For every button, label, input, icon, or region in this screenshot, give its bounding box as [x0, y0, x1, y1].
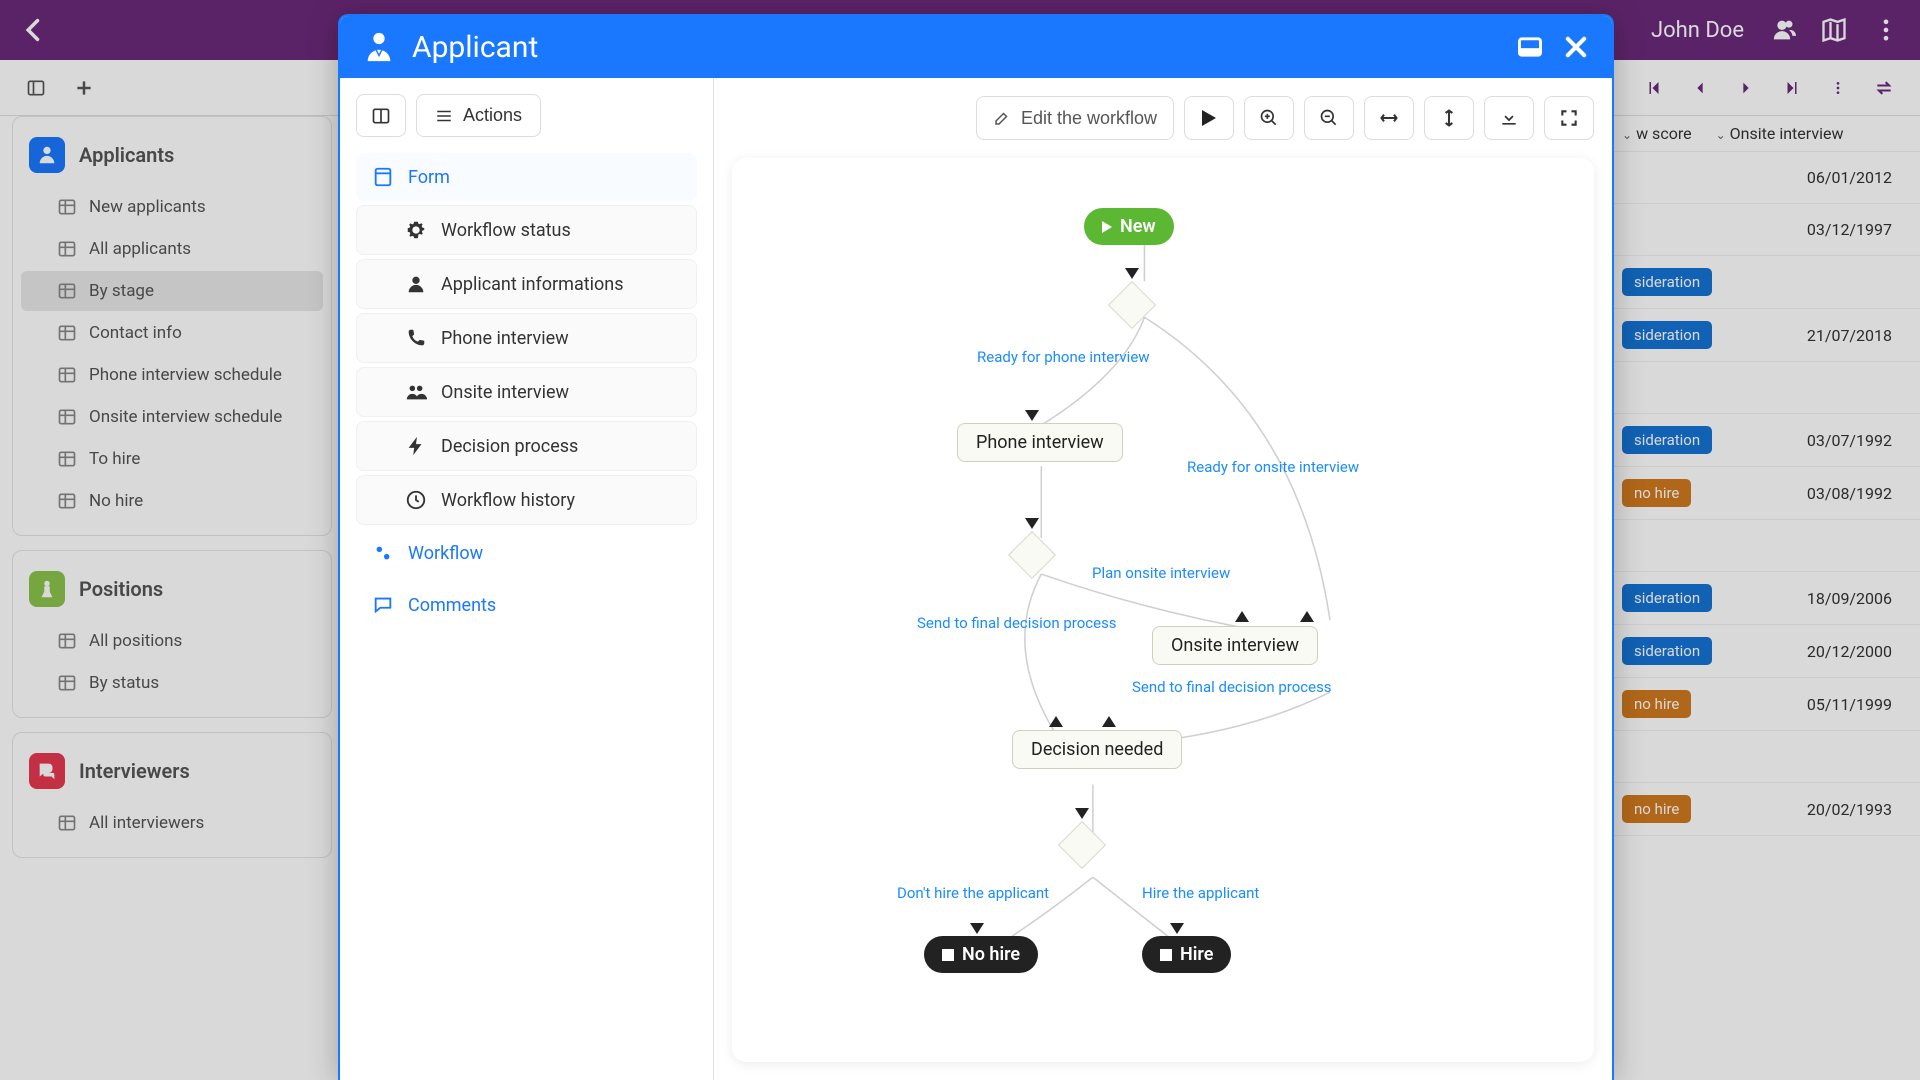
arrow-icon	[1235, 611, 1249, 622]
fit-horizontal-button[interactable]	[1364, 96, 1414, 140]
workflow-node-new[interactable]: New	[1084, 208, 1174, 245]
modal-nav-item[interactable]: Phone interview	[356, 313, 697, 363]
workflow-node-onsite[interactable]: Onsite interview	[1152, 626, 1318, 665]
play-button[interactable]	[1184, 96, 1234, 140]
workflow-canvas[interactable]: New Ready for phone interview Ready for …	[732, 158, 1594, 1062]
workflow-node-decision[interactable]: Decision needed	[1012, 730, 1182, 769]
edge-label: Don't hire the applicant	[897, 884, 1049, 902]
arrow-icon	[1300, 611, 1314, 622]
applicant-modal: Applicant Actions FormWorkflow statusApp…	[338, 14, 1614, 1080]
workflow-gateway[interactable]	[1108, 281, 1156, 329]
edge-label: Send to final decision process	[1132, 678, 1332, 696]
close-icon[interactable]	[1562, 33, 1590, 61]
arrow-icon	[1025, 518, 1039, 529]
modal-nav-item[interactable]: Workflow status	[356, 205, 697, 255]
edge-label: Plan onsite interview	[1092, 564, 1230, 582]
modal-nav-item[interactable]: Workflow	[356, 529, 697, 577]
minimize-icon[interactable]	[1516, 33, 1544, 61]
modal-nav-item[interactable]: Decision process	[356, 421, 697, 471]
arrow-icon	[1025, 410, 1039, 421]
arrow-icon	[1170, 923, 1184, 934]
modal-header: Applicant	[340, 16, 1612, 78]
arrow-icon	[1075, 808, 1089, 819]
workflow-gateway[interactable]	[1058, 821, 1106, 869]
edge-label: Ready for onsite interview	[1187, 458, 1359, 476]
arrow-icon	[1049, 716, 1063, 727]
modal-nav-item[interactable]: Onsite interview	[356, 367, 697, 417]
edge-label: Ready for phone interview	[977, 348, 1150, 366]
arrow-icon	[1125, 268, 1139, 279]
fit-vertical-button[interactable]	[1424, 96, 1474, 140]
arrow-icon	[970, 923, 984, 934]
modal-right-panel: Edit the workflow	[714, 78, 1612, 1080]
modal-title: Applicant	[412, 30, 538, 65]
modal-nav-item[interactable]: Form	[356, 153, 697, 201]
actions-button[interactable]: Actions	[416, 94, 541, 137]
zoom-in-button[interactable]	[1244, 96, 1294, 140]
arrow-icon	[1102, 716, 1116, 727]
applicant-header-icon	[362, 30, 396, 64]
download-button[interactable]	[1484, 96, 1534, 140]
modal-nav-item[interactable]: Comments	[356, 581, 697, 629]
workflow-node-hire[interactable]: Hire	[1142, 936, 1231, 973]
workflow-node-nohire[interactable]: No hire	[924, 936, 1038, 973]
edge-label: Send to final decision process	[917, 614, 1117, 632]
columns-button[interactable]	[356, 94, 406, 137]
fullscreen-button[interactable]	[1544, 96, 1594, 140]
modal-nav-item[interactable]: Applicant informations	[356, 259, 697, 309]
modal-nav-item[interactable]: Workflow history	[356, 475, 697, 525]
edge-label: Hire the applicant	[1142, 884, 1259, 902]
workflow-node-phone[interactable]: Phone interview	[957, 423, 1123, 462]
zoom-out-button[interactable]	[1304, 96, 1354, 140]
modal-left-panel: Actions FormWorkflow statusApplicant inf…	[340, 78, 714, 1080]
workflow-gateway[interactable]	[1008, 531, 1056, 579]
edit-workflow-button[interactable]: Edit the workflow	[976, 96, 1174, 140]
